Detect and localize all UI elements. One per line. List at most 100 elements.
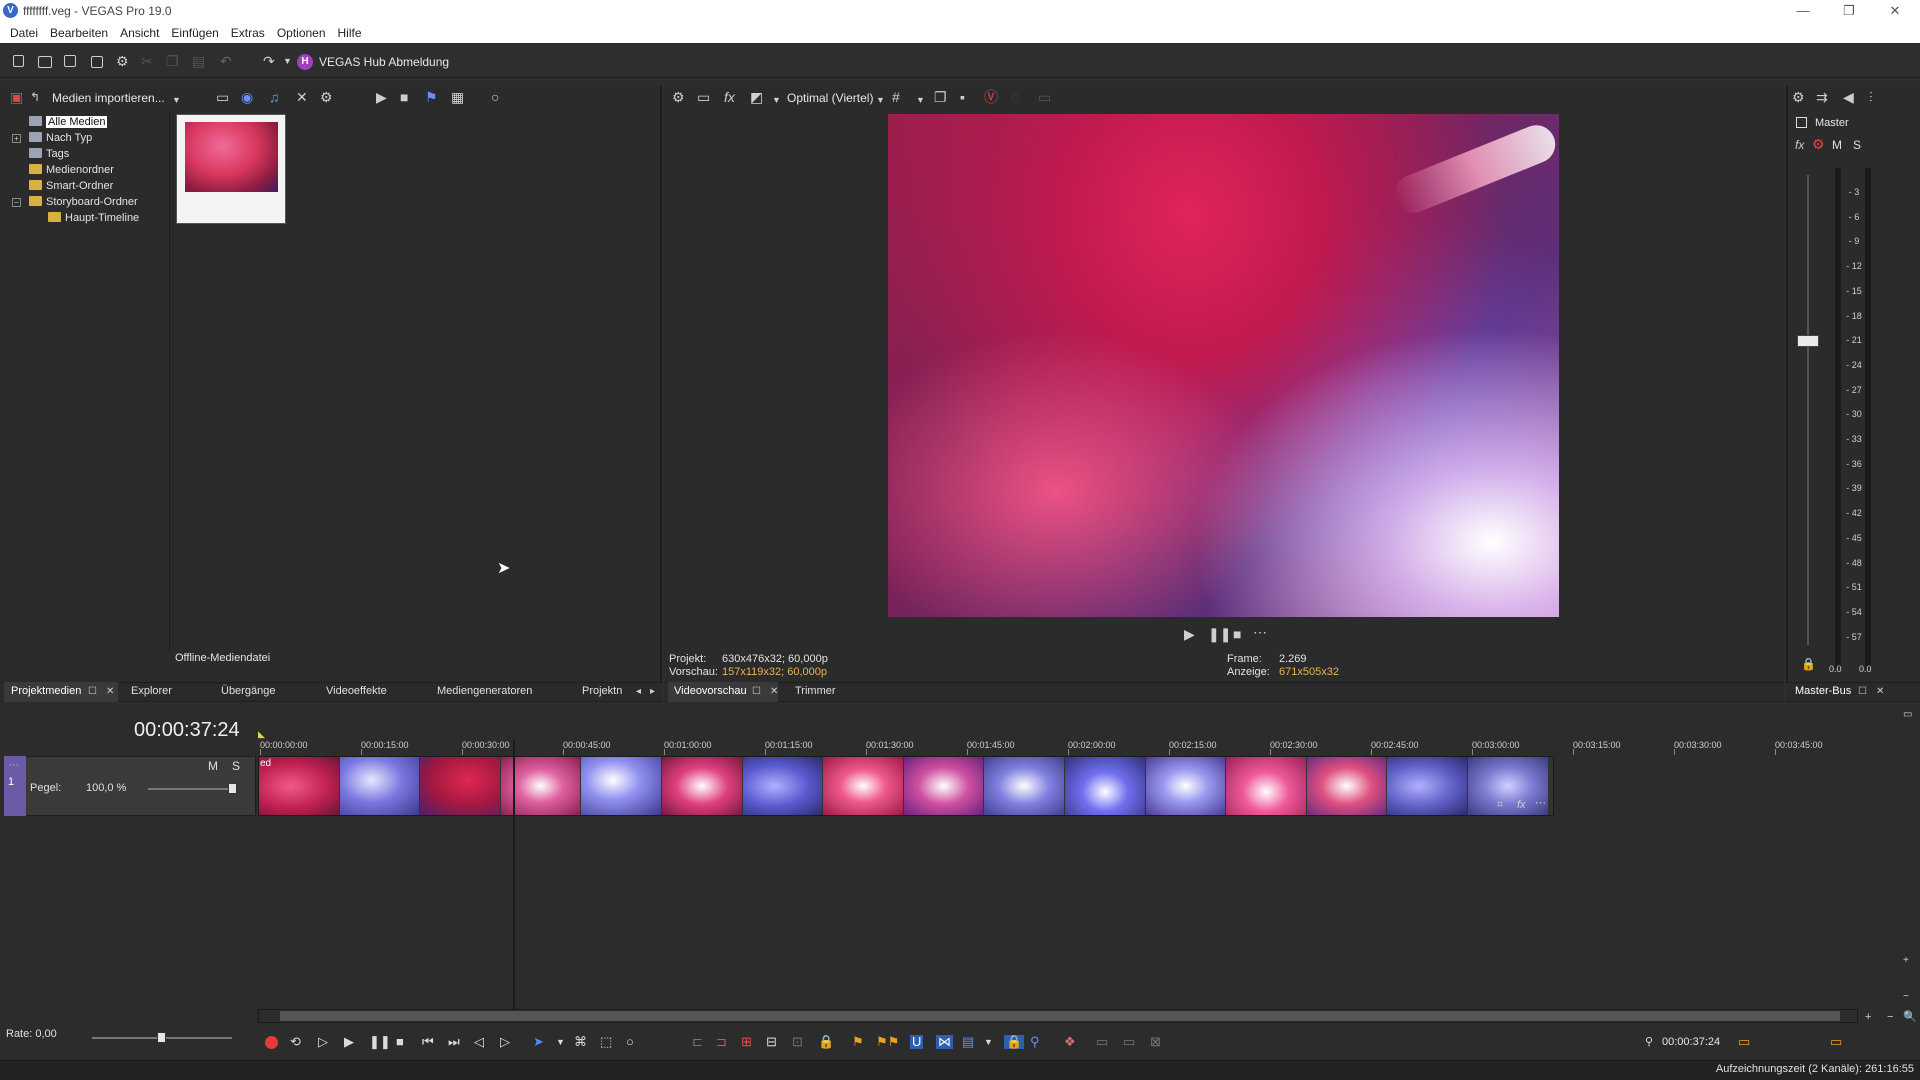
- go-to-end-icon[interactable]: ⏭: [448, 1035, 460, 1049]
- tab-master-bus[interactable]: Master-Bus: [1795, 685, 1851, 697]
- tab-trimmer[interactable]: Trimmer: [795, 685, 836, 697]
- views-icon[interactable]: ▦: [451, 90, 464, 104]
- tab-float-icon[interactable]: ☐: [1858, 685, 1867, 699]
- edit-tool-dropdown-chevron-icon[interactable]: ▼: [556, 1035, 565, 1049]
- fx-icon[interactable]: fx: [724, 90, 735, 104]
- previous-frame-icon[interactable]: ◁: [474, 1035, 484, 1049]
- redo-dropdown-chevron-icon[interactable]: ▼: [283, 54, 292, 68]
- save-snapshot-icon[interactable]: ▪: [960, 90, 965, 104]
- auto-preview-icon[interactable]: ⚑: [425, 90, 438, 104]
- split-dropdown-chevron-icon[interactable]: ▼: [772, 93, 781, 107]
- paste-icon[interactable]: ▤: [192, 54, 205, 68]
- event-more-icon[interactable]: ⋯: [1535, 796, 1546, 810]
- next-frame-icon[interactable]: ▷: [500, 1035, 510, 1049]
- selection-tool-icon[interactable]: ⬚: [600, 1035, 612, 1049]
- media-play-icon[interactable]: ▶: [376, 90, 387, 104]
- insert-marker-icon[interactable]: ⚑: [852, 1035, 864, 1049]
- external-monitor-icon[interactable]: ▭: [697, 90, 710, 104]
- tab-float-icon[interactable]: ☐: [752, 685, 761, 699]
- vegas-hub-logout-button[interactable]: VEGAS Hub Abmeldung: [319, 55, 449, 69]
- expand-nach-typ-icon[interactable]: +: [12, 134, 21, 143]
- preview-quality-select[interactable]: Optimal (Viertel): [787, 91, 873, 105]
- zoom-edit-tool-icon[interactable]: ○: [626, 1035, 634, 1049]
- go-to-start-icon[interactable]: ⏮: [422, 1035, 434, 1049]
- preview-more-icon[interactable]: ⋯: [1253, 625, 1267, 639]
- split-icon[interactable]: ⊞: [741, 1035, 752, 1049]
- master-mute-button[interactable]: M: [1832, 138, 1842, 152]
- master-fx-icon[interactable]: fx: [1795, 138, 1804, 152]
- loop-start-marker-icon[interactable]: ◣: [258, 727, 265, 741]
- copy-snapshot-icon[interactable]: ❐: [934, 90, 947, 104]
- master-solo-button[interactable]: S: [1853, 138, 1861, 152]
- record-button[interactable]: [265, 1036, 278, 1049]
- stop-button[interactable]: ■: [396, 1035, 404, 1049]
- pause-button[interactable]: ❚❚: [369, 1035, 391, 1049]
- zoom-tool-icon[interactable]: 🔍: [1903, 1010, 1917, 1024]
- render-as-icon[interactable]: [91, 56, 103, 68]
- menu-einfuegen[interactable]: Einfügen: [165, 26, 224, 40]
- tab-close-icon[interactable]: ✕: [106, 685, 114, 699]
- quality-dropdown-chevron-icon[interactable]: ▼: [876, 93, 885, 107]
- overlays-dropdown-chevron-icon[interactable]: ▼: [916, 93, 925, 107]
- tab-projektnotizen[interactable]: Projektn: [582, 685, 622, 697]
- save-icon[interactable]: [64, 55, 76, 67]
- new-file-icon[interactable]: [13, 55, 24, 67]
- menu-ansicht[interactable]: Ansicht: [114, 26, 165, 40]
- preview-options-icon[interactable]: ▭: [1038, 90, 1051, 104]
- event-crop-icon[interactable]: ⌗: [1497, 798, 1503, 812]
- mixer-insert-icon[interactable]: ⇉: [1816, 90, 1828, 104]
- mixer-settings-icon[interactable]: ⚙: [1792, 90, 1805, 104]
- vertical-zoom-in-icon[interactable]: +: [1903, 954, 1909, 968]
- tree-item-tags[interactable]: Tags: [29, 148, 69, 160]
- menu-bearbeiten[interactable]: Bearbeiten: [44, 26, 114, 40]
- ignore-grouping-icon[interactable]: 🔒: [818, 1035, 834, 1049]
- tab-videovorschau[interactable]: Videovorschau: [674, 685, 747, 697]
- track-menu-icon[interactable]: ⋯: [9, 759, 19, 773]
- tree-item-alle-medien[interactable]: Alle Medien: [29, 116, 108, 128]
- horizontal-scroll-thumb[interactable]: [280, 1011, 1840, 1021]
- tab-projektmedien[interactable]: Projektmedien: [11, 685, 81, 697]
- ungroup-icon[interactable]: ▭: [1123, 1035, 1135, 1049]
- lock-envelopes-icon[interactable]: ⊡: [792, 1035, 803, 1049]
- media-properties-icon[interactable]: ⚙: [320, 90, 333, 104]
- mixer-faders-icon[interactable]: ⫶: [1869, 90, 1873, 104]
- preview-play-icon[interactable]: ▶: [1184, 627, 1195, 641]
- zoom-in-icon[interactable]: +: [1865, 1010, 1871, 1024]
- preview-settings-icon[interactable]: ⚙: [672, 90, 685, 104]
- menu-optionen[interactable]: Optionen: [271, 26, 332, 40]
- trim-end-icon[interactable]: ⊐: [716, 1035, 727, 1049]
- menu-extras[interactable]: Extras: [225, 26, 271, 40]
- vegas-v-icon[interactable]: Ⓥ: [984, 90, 998, 104]
- event-fx-icon[interactable]: fx: [1517, 798, 1526, 812]
- master-checkbox[interactable]: [1796, 117, 1807, 128]
- trim-start-icon[interactable]: ⊏: [692, 1035, 703, 1049]
- media-stop-icon[interactable]: ■: [400, 90, 408, 104]
- undo-icon[interactable]: ↶: [220, 54, 232, 68]
- trim-icon[interactable]: ⊟: [766, 1035, 777, 1049]
- normal-edit-tool-icon[interactable]: ➤: [533, 1035, 544, 1049]
- selection-length-icon[interactable]: ▭: [1738, 1035, 1750, 1049]
- import-media-button[interactable]: Medien importieren...: [52, 91, 165, 105]
- play-button[interactable]: ▶: [344, 1035, 354, 1049]
- track-solo-button[interactable]: S: [232, 759, 240, 773]
- group-icon[interactable]: ▭: [1096, 1035, 1108, 1049]
- master-fader-handle[interactable]: [1797, 335, 1819, 347]
- loop-playback-icon[interactable]: ⟲: [290, 1035, 301, 1049]
- tree-item-smart-ordner[interactable]: Smart-Ordner: [29, 180, 113, 192]
- rate-handle[interactable]: [157, 1032, 166, 1043]
- tree-item-nach-typ[interactable]: Nach Typ: [29, 132, 92, 144]
- capture-icon[interactable]: ▭: [216, 90, 229, 104]
- tree-item-haupt-timeline[interactable]: Haupt-Timeline: [48, 212, 139, 224]
- tree-item-medienordner[interactable]: Medienordner: [29, 164, 114, 176]
- track-list-icon[interactable]: ▭: [1903, 708, 1912, 722]
- tab-scroll-left-icon[interactable]: ◂: [636, 685, 641, 699]
- tab-close-icon[interactable]: ✕: [770, 685, 778, 699]
- get-media-icon[interactable]: ◉: [241, 90, 253, 104]
- copy-icon[interactable]: ❐: [166, 54, 179, 68]
- auto-crossfade-icon[interactable]: ⋈: [936, 1035, 953, 1049]
- collapse-storyboard-icon[interactable]: −: [12, 198, 21, 207]
- extract-audio-icon[interactable]: ♫: [269, 90, 280, 104]
- track-level-slider[interactable]: [148, 788, 232, 790]
- sync-icon[interactable]: ◌: [1011, 90, 1019, 104]
- timecode-display[interactable]: 00:00:37:24: [134, 719, 240, 742]
